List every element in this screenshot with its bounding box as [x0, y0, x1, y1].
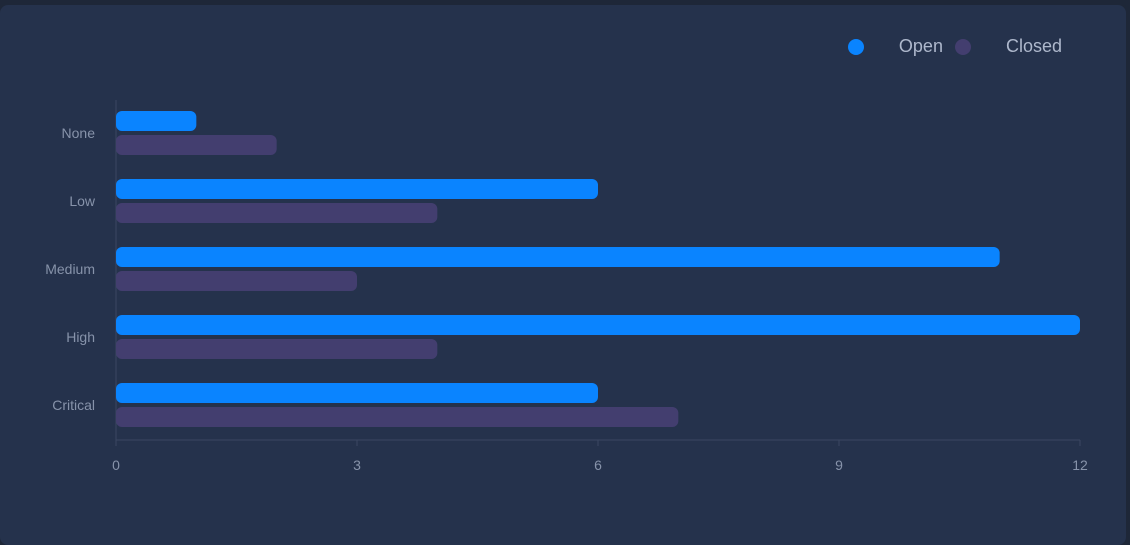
x-tick-label: 3 [353, 457, 361, 473]
x-tick-label: 0 [112, 457, 120, 473]
bar-closed-low [116, 203, 438, 223]
x-tick-label: 12 [1072, 457, 1088, 473]
bar-closed-critical [116, 407, 679, 427]
bar-open-low [116, 179, 598, 199]
category-label: Critical [52, 397, 95, 413]
category-label: High [66, 329, 95, 345]
bar-closed-none [116, 135, 277, 155]
category-label: Low [69, 193, 96, 209]
category-label: None [62, 125, 96, 141]
category-label: Medium [45, 261, 95, 277]
bar-open-medium [116, 247, 1000, 267]
bar-open-critical [116, 383, 598, 403]
bar-closed-medium [116, 271, 357, 291]
x-tick-label: 9 [835, 457, 843, 473]
x-tick-label: 6 [594, 457, 602, 473]
bar-closed-high [116, 339, 438, 359]
bar-open-none [116, 111, 197, 131]
bar-open-high [116, 315, 1080, 335]
bar-chart: 0 3 6 9 12 None Low Medium High Critical [45, 100, 1088, 473]
